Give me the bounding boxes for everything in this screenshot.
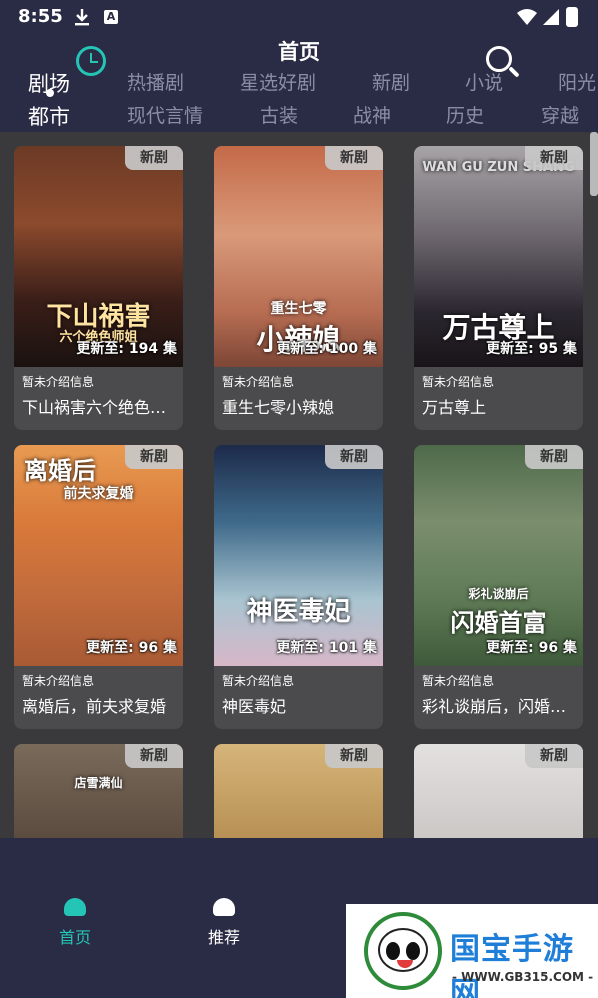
new-badge: 新剧 [525,146,583,170]
active-tab-indicator [46,89,54,97]
card-intro: 暂未介绍信息 [22,674,95,688]
card-intro: 暂未介绍信息 [222,375,295,389]
episode-count: 更新至: 96 集 [86,640,177,656]
tab-time-travel[interactable]: 穿越 [541,101,579,128]
watermark-url: - WWW.GB315.COM - [452,970,594,984]
home-ghost-icon [64,898,86,916]
episode-count: 更新至: 96 集 [486,640,577,656]
tab-urban[interactable]: 都市 [28,101,70,131]
scrollbar[interactable] [590,132,598,196]
new-badge: 新剧 [325,445,383,469]
tab-modern-romance[interactable]: 现代言情 [127,101,203,128]
nav-recommend-label: 推荐 [207,928,240,947]
status-time: 8:55 [18,6,63,27]
tab-costume[interactable]: 古装 [260,101,298,128]
tab-new[interactable]: 新剧 [372,68,410,95]
nav-recommend[interactable]: 推荐 [184,898,264,948]
app-header: 首页 剧场 热播剧 星选好剧 新剧 小说 阳光 都市 现代言情 古装 战神 历史… [0,34,598,132]
card-title: 神医毒妃 [222,697,287,716]
new-badge: 新剧 [525,445,583,469]
poster-image: 彩礼谈崩后 闪婚首富 [414,445,583,666]
drama-card[interactable]: 下山祸害 六个绝色师姐 新剧 更新至: 194 集 暂未介绍信息 下山祸害六个绝… [14,146,183,430]
tab-history[interactable]: 历史 [446,101,484,128]
panda-logo-icon [364,912,442,990]
card-intro: 暂未介绍信息 [22,375,95,389]
watermark-logo: 国宝手游网 - WWW.GB315.COM - [346,904,598,998]
drama-card[interactable]: 神医毒妃 新剧 更新至: 101 集 暂未介绍信息 神医毒妃 [214,445,383,729]
tab-featured[interactable]: 星选好剧 [240,68,316,95]
new-badge: 新剧 [125,744,183,768]
drama-card[interactable]: 彩礼谈崩后 闪婚首富 新剧 更新至: 96 集 暂未介绍信息 彩礼谈崩后，闪婚神… [414,445,583,729]
recommend-ghost-icon [213,898,235,916]
drama-card[interactable]: 重生七零 小辣媳 新剧 更新至: 100 集 暂未介绍信息 重生七零小辣媳 [214,146,383,430]
episode-count: 更新至: 95 集 [486,341,577,357]
drama-card[interactable]: WAN GU ZUN SHANG 万古尊上 新剧 更新至: 95 集 暂未介绍信… [414,146,583,430]
new-badge: 新剧 [325,744,383,768]
status-bar: 8:55 A [0,0,598,34]
poster-title: 神医毒妃 [246,597,351,627]
episode-count: 更新至: 194 集 [76,341,177,357]
poster-subtitle: 彩礼谈崩后 [468,587,529,601]
tab-novel[interactable]: 小说 [465,68,503,95]
poster-image: 神医毒妃 [214,445,383,666]
download-icon [75,9,89,26]
drama-card[interactable]: 店雪满仙 新剧 [14,744,183,838]
drama-card[interactable]: 新剧 [214,744,383,838]
watermark-title: 国宝手游网 [450,932,574,998]
category-tabs-row1: 剧场 热播剧 星选好剧 新剧 小说 阳光 [0,68,598,100]
poster-image: 离婚后 前夫求复婚 [14,445,183,666]
signal-icon [543,9,559,25]
nav-home-label: 首页 [58,928,91,947]
drama-card[interactable]: 离婚后 前夫求复婚 新剧 更新至: 96 集 暂未介绍信息 离婚后，前夫求复婚 [14,445,183,729]
poster-image: WAN GU ZUN SHANG 万古尊上 [414,146,583,367]
card-title: 万古尊上 [422,398,487,417]
card-title: 下山祸害六个绝色师… [22,398,178,417]
tab-war-god[interactable]: 战神 [353,101,391,128]
nav-home[interactable]: 首页 [35,898,115,948]
poster-subtitle: 重生七零 [270,301,327,317]
episode-count: 更新至: 101 集 [276,640,377,656]
poster-image: 下山祸害 六个绝色师姐 [14,146,183,367]
new-badge: 新剧 [125,146,183,170]
card-title: 离婚后，前夫求复婚 [22,697,167,716]
poster-title: 闪婚首富 [450,609,547,637]
drama-card[interactable]: 新剧 [414,744,583,838]
new-badge: 新剧 [325,146,383,170]
new-badge: 新剧 [525,744,583,768]
category-tabs-row2: 都市 现代言情 古装 战神 历史 穿越 [0,101,598,133]
poster-subtitle: 前夫求复婚 [63,486,134,502]
card-intro: 暂未介绍信息 [422,674,495,688]
battery-icon [566,7,578,27]
card-title: 重生七零小辣媳 [222,398,335,417]
card-title: 彩礼谈崩后，闪婚神… [422,697,578,716]
drama-grid: 下山祸害 六个绝色师姐 新剧 更新至: 194 集 暂未介绍信息 下山祸害六个绝… [0,132,598,838]
poster-subtitle: 店雪满仙 [74,776,123,790]
card-intro: 暂未介绍信息 [222,674,295,688]
a-icon: A [104,10,118,24]
card-intro: 暂未介绍信息 [422,375,495,389]
wifi-icon [517,9,537,25]
new-badge: 新剧 [125,445,183,469]
tab-hot[interactable]: 热播剧 [127,68,184,95]
episode-count: 更新至: 100 集 [276,341,377,357]
poster-image: 重生七零 小辣媳 [214,146,383,367]
tab-sunshine[interactable]: 阳光 [558,68,596,95]
